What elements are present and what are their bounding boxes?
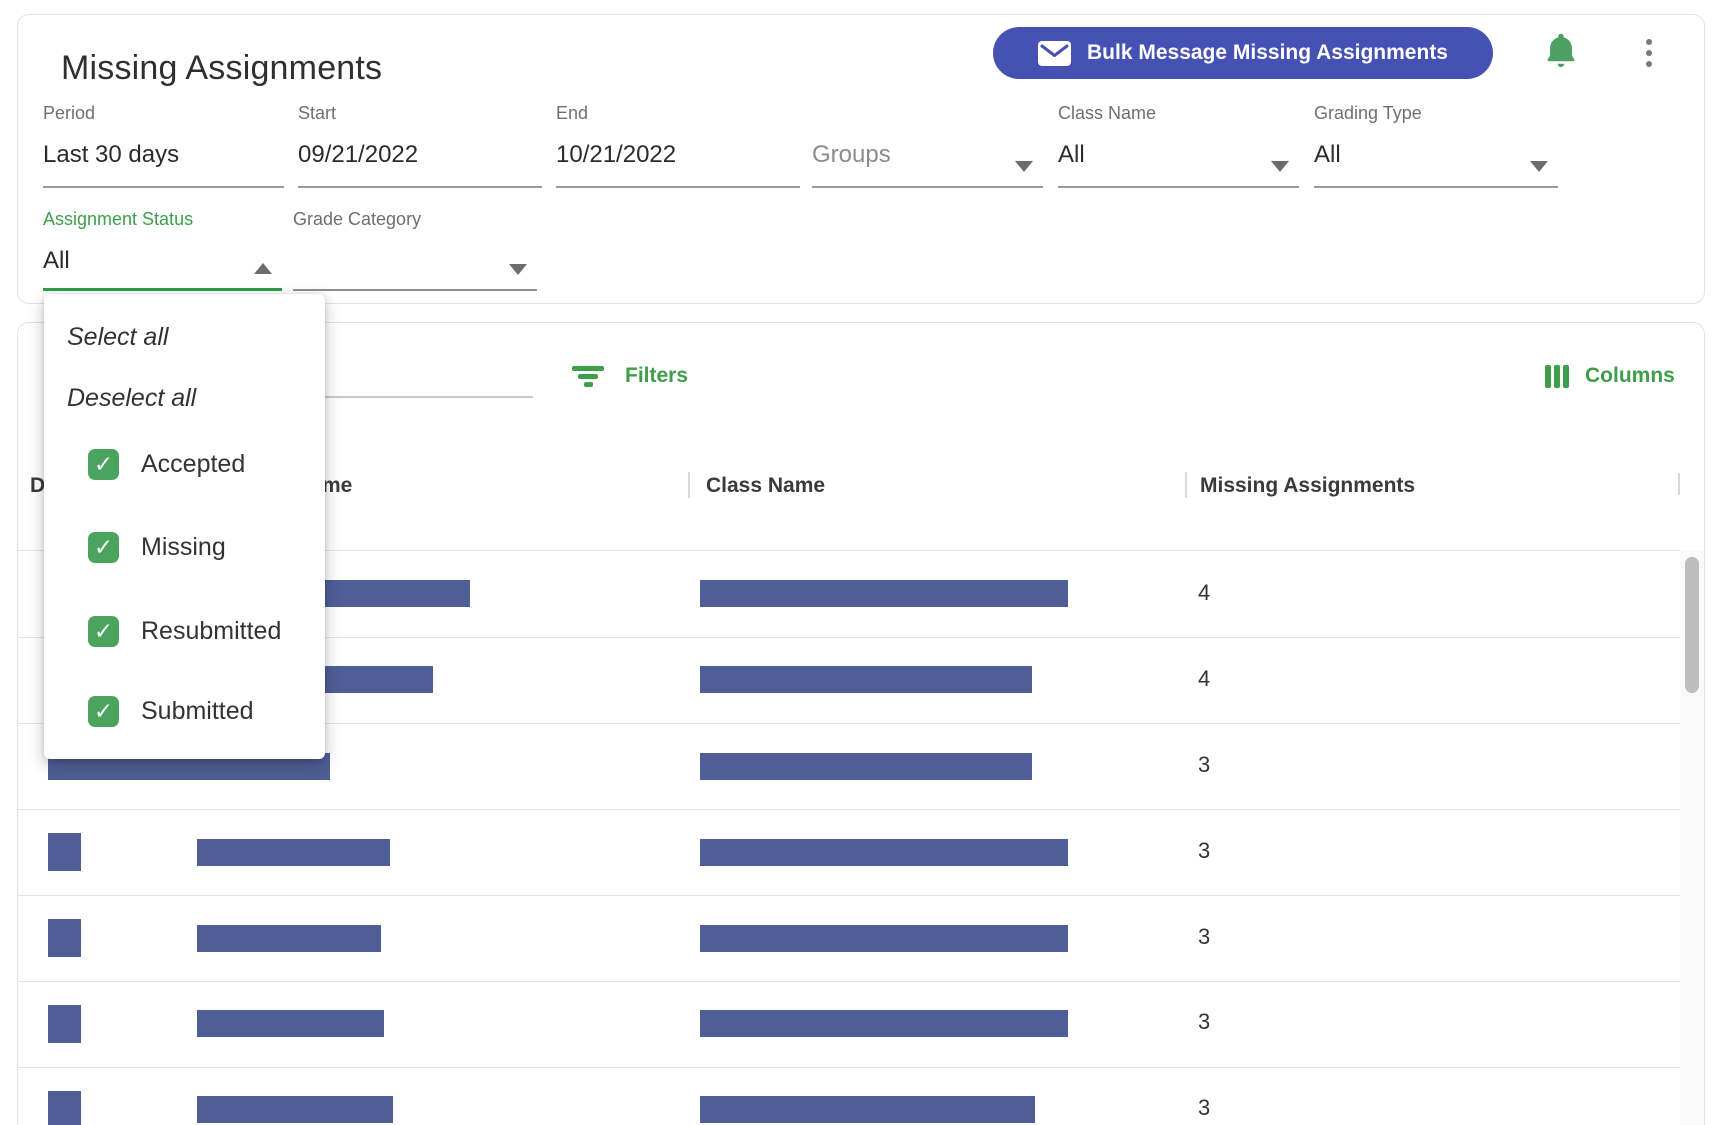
missing-count: 3 bbox=[1198, 752, 1211, 777]
kebab-menu-icon bbox=[1646, 39, 1652, 45]
missing-count: 3 bbox=[1198, 1009, 1211, 1034]
checked-checkbox-icon[interactable] bbox=[88, 696, 119, 727]
redacted-class-name bbox=[700, 1010, 1068, 1037]
filters-button[interactable]: Filters bbox=[571, 358, 688, 394]
grading-type-select[interactable]: Grading Type All bbox=[1314, 100, 1558, 188]
end-date-field[interactable]: End 10/21/2022 bbox=[556, 100, 800, 188]
missing-count: 3 bbox=[1198, 838, 1211, 863]
missing-count: 3 bbox=[1198, 1095, 1211, 1120]
column-header-class-name[interactable]: Class Name bbox=[706, 474, 825, 498]
redacted-class-name bbox=[700, 580, 1068, 607]
redacted-row-checkbox[interactable] bbox=[48, 1005, 81, 1043]
notifications-button[interactable] bbox=[1543, 30, 1583, 72]
column-header-first-partial[interactable]: D bbox=[30, 474, 45, 498]
row-separator bbox=[18, 1067, 1680, 1068]
column-divider bbox=[1185, 472, 1187, 498]
grade-category-select[interactable]: Grade Category bbox=[293, 206, 537, 291]
redacted-row-checkbox[interactable] bbox=[48, 833, 81, 871]
column-header-name-partial[interactable]: me bbox=[322, 474, 352, 498]
row-separator bbox=[18, 809, 1680, 810]
missing-count: 3 bbox=[1198, 924, 1211, 949]
columns-button[interactable]: Columns bbox=[1545, 358, 1675, 394]
columns-icon bbox=[1545, 364, 1569, 388]
column-divider bbox=[1678, 473, 1680, 495]
columns-label: Columns bbox=[1585, 364, 1675, 387]
missing-count: 4 bbox=[1198, 666, 1211, 691]
grading-type-value: All bbox=[1314, 141, 1341, 168]
groups-select[interactable]: Groups bbox=[812, 100, 1043, 188]
bulk-message-button[interactable]: Bulk Message Missing Assignments bbox=[993, 27, 1493, 79]
class-name-select[interactable]: Class Name All bbox=[1058, 100, 1299, 188]
assignment-status-value: All bbox=[43, 247, 70, 274]
checked-checkbox-icon[interactable] bbox=[88, 532, 119, 563]
grading-type-label: Grading Type bbox=[1314, 103, 1422, 123]
redacted-class-name bbox=[700, 1096, 1035, 1123]
envelope-icon bbox=[1038, 40, 1071, 66]
assignment-status-label: Assignment Status bbox=[43, 209, 194, 229]
redacted-class-name bbox=[700, 925, 1068, 952]
status-option-missing[interactable]: Missing bbox=[88, 532, 226, 563]
filter-icon bbox=[571, 365, 605, 387]
end-value: 10/21/2022 bbox=[556, 141, 677, 168]
assignment-status-dropdown: Select all Deselect all Accepted Missing… bbox=[44, 294, 325, 759]
filters-label: Filters bbox=[625, 364, 689, 387]
missing-assignments-page: Missing Assignments Bulk Message Missing… bbox=[0, 0, 1720, 1125]
missing-count: 4 bbox=[1198, 580, 1211, 605]
bulk-message-label: Bulk Message Missing Assignments bbox=[1087, 41, 1448, 64]
page-title: Missing Assignments bbox=[61, 49, 383, 87]
status-option-submitted[interactable]: Submitted bbox=[88, 696, 254, 727]
chevron-down-icon bbox=[1015, 161, 1033, 172]
chevron-up-icon bbox=[254, 263, 272, 274]
status-option-resubmitted[interactable]: Resubmitted bbox=[88, 616, 281, 647]
period-label: Period bbox=[43, 103, 96, 123]
chevron-down-icon bbox=[1271, 161, 1289, 172]
redacted-student-name bbox=[197, 925, 381, 952]
checked-checkbox-icon[interactable] bbox=[88, 616, 119, 647]
redacted-student-name bbox=[197, 839, 390, 866]
row-separator bbox=[18, 895, 1680, 896]
end-label: End bbox=[556, 103, 589, 123]
class-name-value: All bbox=[1058, 141, 1085, 168]
period-value: Last 30 days bbox=[43, 141, 180, 168]
grade-category-label: Grade Category bbox=[293, 209, 422, 229]
bell-icon bbox=[1543, 31, 1583, 71]
status-option-accepted[interactable]: Accepted bbox=[88, 449, 245, 480]
scrollbar-thumb[interactable] bbox=[1685, 557, 1699, 693]
redacted-row-checkbox[interactable] bbox=[48, 1091, 81, 1125]
column-divider bbox=[688, 472, 690, 498]
chevron-down-icon bbox=[509, 264, 527, 275]
period-field[interactable]: Period Last 30 days bbox=[43, 100, 284, 188]
chevron-down-icon bbox=[1530, 161, 1548, 172]
assignment-status-select[interactable]: Assignment Status All bbox=[43, 206, 282, 291]
redacted-row-checkbox[interactable] bbox=[48, 919, 81, 957]
start-date-field[interactable]: Start 09/21/2022 bbox=[298, 100, 542, 188]
kebab-menu-button[interactable] bbox=[1636, 30, 1662, 76]
redacted-class-name bbox=[700, 753, 1032, 780]
deselect-all-option[interactable]: Deselect all bbox=[67, 384, 196, 413]
class-name-label: Class Name bbox=[1058, 103, 1157, 123]
checked-checkbox-icon[interactable] bbox=[88, 449, 119, 480]
start-value: 09/21/2022 bbox=[298, 141, 419, 168]
select-all-option[interactable]: Select all bbox=[67, 323, 168, 352]
start-label: Start bbox=[298, 103, 337, 123]
redacted-student-name bbox=[197, 1010, 384, 1037]
redacted-class-name bbox=[700, 666, 1032, 693]
redacted-student-name bbox=[197, 1096, 393, 1123]
column-header-missing-assignments[interactable]: Missing Assignments bbox=[1200, 474, 1415, 498]
redacted-class-name bbox=[700, 839, 1068, 866]
row-separator bbox=[18, 981, 1680, 982]
groups-placeholder: Groups bbox=[812, 141, 891, 168]
